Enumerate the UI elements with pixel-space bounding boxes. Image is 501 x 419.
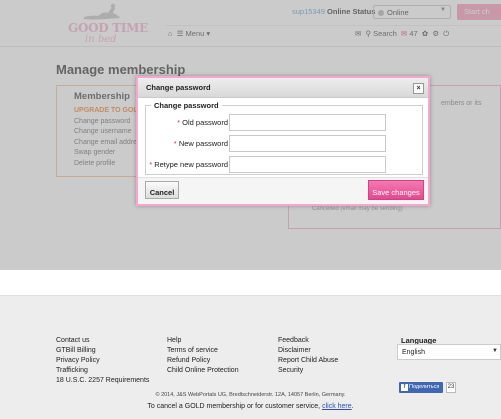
language-select[interactable]: English ▼ (397, 344, 501, 360)
new-password-row: * New password (146, 135, 424, 152)
report-child-abuse-link[interactable]: Report Child Abuse (278, 356, 338, 366)
old-password-label: * Old password (177, 118, 228, 127)
terms-of-service-link[interactable]: Terms of service (167, 346, 239, 356)
new-password-label: * New password (173, 139, 228, 148)
old-password-field[interactable] (229, 114, 386, 131)
security-link[interactable]: Security (278, 366, 338, 376)
privacy-policy-link[interactable]: Privacy Policy (56, 356, 149, 366)
old-password-row: * Old password (146, 114, 424, 131)
copyright-text: © 2014, J&S WebPortals UG, Bredtschneide… (155, 392, 346, 398)
cancel-membership-text: To cancel a GOLD membership or for custo… (0, 403, 501, 410)
footer-col-2: Help Terms of service Refund Policy Chil… (167, 336, 239, 376)
required-mark: * (177, 118, 181, 127)
usc-2257-link[interactable]: 18 U.S.C. 2257 Requirements (56, 376, 149, 386)
retype-password-label: * Retype new password (149, 160, 228, 169)
trafficking-link[interactable]: Trafficking (56, 366, 149, 376)
click-here-link[interactable]: click here (322, 403, 352, 410)
site-footer: Contact us GTBill Billing Privacy Policy… (0, 295, 501, 419)
dialog-footer: Cancel Save changes (138, 177, 428, 204)
gtbill-billing-link[interactable]: GTBill Billing (56, 346, 149, 356)
feedback-link[interactable]: Feedback (278, 336, 338, 346)
close-button[interactable]: × (413, 83, 424, 94)
cancel-membership-end: . (351, 403, 354, 410)
cancel-button[interactable]: Cancel (145, 181, 179, 199)
dialog-title-text: Change password (146, 83, 211, 92)
required-mark: * (173, 139, 177, 148)
required-mark: * (149, 160, 153, 169)
chevron-down-icon: ▼ (492, 348, 498, 354)
disclaimer-link[interactable]: Disclaimer (278, 346, 338, 356)
language-value: English (402, 349, 425, 356)
change-password-dialog: Change password × Change password * Old … (136, 76, 430, 206)
change-password-fieldset: Change password * Old password * New pas… (145, 101, 424, 175)
footer-col-1: Contact us GTBill Billing Privacy Policy… (56, 336, 149, 386)
cancel-membership-sentence: To cancel a GOLD membership or for custo… (147, 403, 321, 410)
facebook-share-label: Поделиться (409, 384, 440, 390)
help-link[interactable]: Help (167, 336, 239, 346)
fieldset-legend: Change password (151, 101, 222, 110)
dialog-title: Change password (138, 78, 428, 98)
save-changes-button[interactable]: Save changes (368, 180, 424, 200)
refund-policy-link[interactable]: Refund Policy (167, 356, 239, 366)
facebook-icon: f (401, 384, 408, 391)
retype-password-field[interactable] (229, 156, 386, 173)
retype-password-row: * Retype new password (146, 156, 424, 173)
new-password-field[interactable] (229, 135, 386, 152)
child-online-protection-link[interactable]: Child Online Protection (167, 366, 239, 376)
contact-us-link[interactable]: Contact us (56, 336, 149, 346)
footer-col-3: Feedback Disclaimer Report Child Abuse S… (278, 336, 338, 376)
